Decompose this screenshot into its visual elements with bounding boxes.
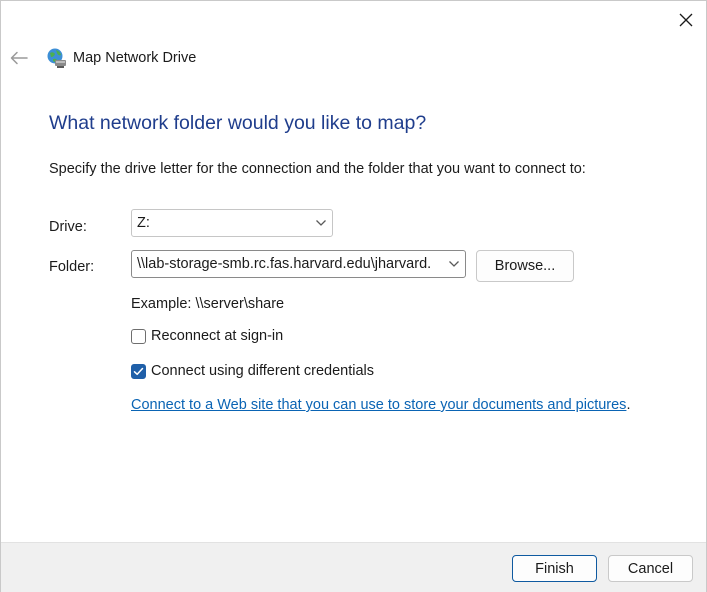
back-arrow-icon — [10, 51, 28, 65]
link-suffix: . — [626, 397, 631, 413]
browse-button[interactable]: Browse... — [476, 250, 574, 282]
drive-select[interactable]: Z: — [131, 209, 333, 237]
drive-label: Drive: — [49, 219, 87, 235]
web-site-link[interactable]: Connect to a Web site that you can use t… — [131, 397, 626, 413]
reconnect-label[interactable]: Reconnect at sign-in — [151, 328, 283, 344]
drive-select-value: Z: — [137, 215, 150, 231]
page-heading: What network folder would you like to ma… — [49, 112, 427, 134]
credentials-checkbox[interactable] — [131, 364, 146, 379]
chevron-down-icon[interactable] — [448, 260, 460, 268]
window-title: Map Network Drive — [73, 50, 197, 66]
folder-label: Folder: — [49, 259, 95, 275]
chevron-down-icon — [316, 220, 326, 226]
close-icon — [679, 13, 693, 27]
folder-combobox-value: \\lab-storage-smb.rc.fas.harvard.edu\jha… — [137, 256, 432, 272]
dialog-footer: Finish Cancel — [1, 542, 706, 592]
network-drive-icon — [47, 48, 66, 68]
folder-combobox[interactable]: \\lab-storage-smb.rc.fas.harvard.edu\jha… — [131, 250, 466, 278]
credentials-label[interactable]: Connect using different credentials — [151, 363, 374, 379]
finish-button[interactable]: Finish — [512, 555, 597, 582]
web-site-link-row: Connect to a Web site that you can use t… — [131, 397, 630, 413]
map-network-drive-dialog: Map Network Drive What network folder wo… — [0, 0, 707, 592]
checkmark-icon — [133, 367, 144, 376]
close-button[interactable] — [669, 5, 703, 35]
back-button[interactable] — [7, 45, 31, 71]
instructions-text: Specify the drive letter for the connect… — [49, 161, 586, 177]
example-text: Example: \\server\share — [131, 296, 285, 312]
reconnect-checkbox[interactable] — [131, 329, 146, 344]
cancel-button[interactable]: Cancel — [608, 555, 693, 582]
